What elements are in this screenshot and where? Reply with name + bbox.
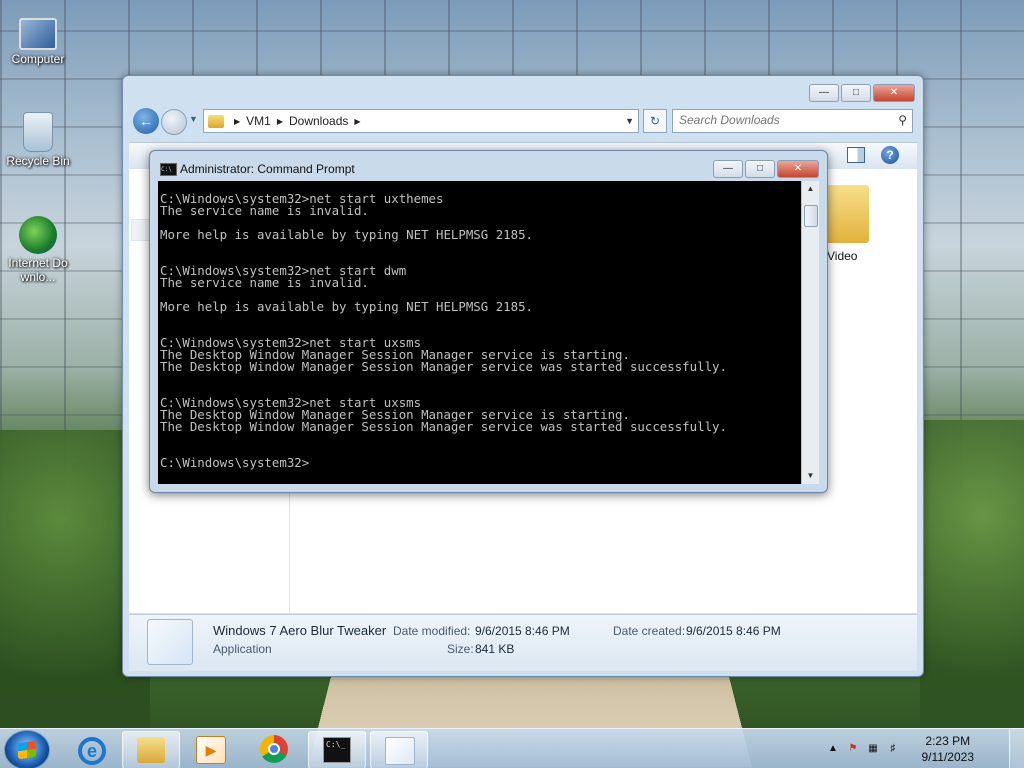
taskbar-clock[interactable]: 2:23 PM 9/11/2023 [922, 733, 975, 765]
console-line: The Desktop Window Manager Session Manag… [160, 419, 727, 434]
command-prompt-window: C:\ Administrator: Command Prompt — □ ✕ … [149, 150, 828, 493]
forward-button[interactable] [161, 109, 187, 135]
breadcrumb-chevron-icon[interactable]: ▶ [277, 117, 283, 126]
help-icon[interactable]: ? [881, 146, 899, 164]
details-file-name: Windows 7 Aero Blur Tweaker [213, 623, 387, 638]
internet-download-manager-icon [19, 216, 57, 254]
wallpaper-crops-right [920, 420, 1024, 740]
details-date-created-label: Date created: [613, 624, 686, 638]
folder-item-label: Video [827, 249, 858, 263]
command-prompt-caption-buttons: — □ ✕ [713, 160, 819, 178]
address-dropdown-icon[interactable]: ▼ [625, 116, 634, 126]
close-button[interactable]: ✕ [873, 84, 915, 102]
breadcrumb-chevron-icon[interactable]: ▶ [234, 117, 240, 126]
console-line: The service name is invalid. [160, 275, 369, 290]
clock-time: 2:23 PM [925, 734, 971, 748]
scroll-thumb[interactable] [804, 205, 818, 227]
chrome-icon [260, 735, 288, 763]
recent-pages-dropdown-icon[interactable]: ▼ [189, 114, 198, 124]
taskbar-chrome[interactable] [246, 731, 302, 767]
application-icon [147, 619, 193, 665]
command-prompt-icon: C:\_ [323, 737, 351, 763]
folder-item-video[interactable]: Video [823, 185, 869, 263]
desktop-icon-recycle-bin[interactable]: Recycle Bin [0, 112, 76, 168]
action-center-flag-icon[interactable]: ⚑ [846, 742, 860, 756]
desktop-icon-computer[interactable]: Computer [0, 10, 76, 66]
console-output[interactable]: C:\Windows\system32>net start uxthemes Th… [158, 181, 810, 484]
maximize-button[interactable]: □ [841, 84, 871, 102]
taskbar-media-player[interactable]: ▶ [182, 731, 238, 767]
show-desktop-button[interactable] [1009, 729, 1024, 768]
details-date-modified-label: Date modified: [393, 624, 471, 638]
scroll-down-icon[interactable]: ▼ [802, 468, 819, 484]
console-line: More help is available by typing NET HEL… [160, 299, 533, 314]
folder-icon [137, 737, 165, 763]
console-line: The Desktop Window Manager Session Manag… [160, 359, 727, 374]
breadcrumb-chevron-icon[interactable]: ▶ [354, 117, 360, 126]
search-icon[interactable]: ⚲ [898, 113, 907, 127]
network-icon[interactable]: ▦ [866, 742, 880, 756]
address-bar[interactable]: ▶ VM1 ▶ Downloads ▶ ▼ [203, 109, 639, 133]
minimize-button[interactable]: — [713, 160, 743, 178]
taskbar-application[interactable] [370, 731, 428, 768]
details-size: 841 KB [475, 642, 515, 656]
explorer-address-row: ← ▼ ▶ VM1 ▶ Downloads ▶ ▼ ↻ ⚲ [131, 106, 915, 136]
command-prompt-icon: C:\ [160, 163, 177, 176]
vertical-scrollbar[interactable]: ▲ ▼ [801, 181, 819, 484]
internet-explorer-icon: e [78, 737, 106, 765]
desktop-icon-label: Recycle Bin [6, 154, 70, 168]
details-pane: Windows 7 Aero Blur Tweaker Application … [129, 614, 917, 671]
breadcrumb-downloads[interactable]: Downloads [289, 114, 348, 128]
preview-pane-icon[interactable] [847, 147, 865, 163]
console-line: The service name is invalid. [160, 203, 369, 218]
search-input[interactable] [673, 110, 885, 130]
details-date-modified: 9/6/2015 8:46 PM [475, 624, 570, 638]
details-date-created: 9/6/2015 8:46 PM [686, 624, 781, 638]
media-player-icon: ▶ [196, 736, 226, 764]
desktop-icon-label: Computer [11, 52, 65, 66]
refresh-button[interactable]: ↻ [643, 109, 667, 133]
recycle-bin-icon [23, 112, 53, 152]
taskbar-command-prompt[interactable]: C:\_ [308, 731, 366, 768]
console-text: C:\Windows\system32>net start uxthemes Th… [158, 181, 810, 469]
start-button[interactable] [4, 730, 50, 768]
close-button[interactable]: ✕ [777, 160, 819, 178]
folder-icon [823, 185, 869, 243]
console-line: More help is available by typing NET HEL… [160, 227, 533, 242]
application-icon [385, 737, 415, 765]
desktop: Computer Recycle Bin Internet Downlo... … [0, 0, 1024, 768]
back-button[interactable]: ← [133, 108, 159, 134]
explorer-caption-buttons: — □ ✕ [809, 84, 915, 102]
taskbar-internet-explorer[interactable]: e [62, 731, 118, 767]
windows-logo-icon [18, 740, 36, 760]
scroll-up-icon[interactable]: ▲ [802, 181, 819, 197]
volume-muted-icon[interactable]: ♯ [886, 742, 900, 756]
details-size-label: Size: [447, 642, 474, 656]
computer-icon [19, 18, 57, 50]
folder-icon [208, 114, 224, 128]
taskbar: e ▶ C:\_ ▲ ⚑ ▦ ♯ 2:23 PM 9/11/2023 [0, 728, 1024, 768]
clock-date: 9/11/2023 [921, 750, 975, 764]
minimize-button[interactable]: — [809, 84, 839, 102]
breadcrumb-vm1[interactable]: VM1 [246, 114, 271, 128]
maximize-button[interactable]: □ [745, 160, 775, 178]
command-prompt-titlebar[interactable]: C:\ Administrator: Command Prompt — □ ✕ [150, 151, 827, 181]
command-prompt-title: Administrator: Command Prompt [180, 162, 355, 176]
desktop-icon-internet-download-manager[interactable]: Internet Downlo... [0, 216, 76, 284]
system-tray: ▲ ⚑ ▦ ♯ [826, 729, 900, 768]
desktop-icon-label: Internet Downlo... [8, 256, 68, 284]
show-hidden-icons-icon[interactable]: ▲ [826, 742, 840, 756]
search-box[interactable]: ⚲ [672, 109, 913, 133]
taskbar-windows-explorer[interactable] [122, 731, 180, 768]
console-line: C:\Windows\system32> [160, 455, 310, 470]
details-file-type: Application [213, 642, 272, 656]
